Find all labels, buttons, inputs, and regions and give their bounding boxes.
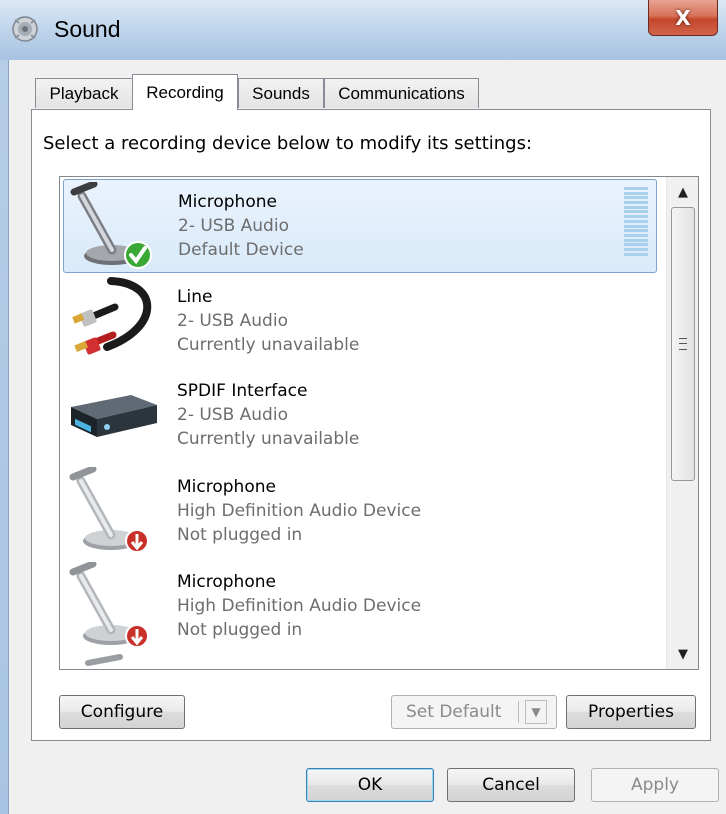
- title-bar[interactable]: Sound X: [0, 0, 726, 60]
- device-item[interactable]: Microphone 2- USB Audio Default Device: [63, 179, 657, 273]
- set-default-label: Set Default: [406, 702, 502, 722]
- device-item[interactable]: Microphone High Definition Audio Device …: [63, 560, 657, 654]
- scrollbar-thumb[interactable]: [671, 207, 695, 481]
- device-item[interactable]: SPDIF Interface 2- USB Audio Currently u…: [63, 369, 657, 463]
- device-driver: 2- USB Audio: [178, 216, 289, 236]
- ok-button[interactable]: OK: [306, 768, 434, 802]
- microphone-default-icon: [70, 182, 152, 269]
- sound-dialog: Sound X Playback Recording Sounds Commun…: [0, 0, 726, 814]
- set-default-split-button[interactable]: Set Default ▼: [391, 695, 557, 729]
- device-name: SPDIF Interface: [177, 381, 308, 401]
- scroll-down-arrow-icon[interactable]: ▼: [669, 639, 697, 669]
- grip-icon: [679, 338, 687, 350]
- spdif-device-icon: [71, 395, 157, 437]
- tab-playback[interactable]: Playback: [35, 78, 133, 108]
- split-divider: [518, 701, 519, 723]
- speaker-icon: [12, 16, 38, 42]
- tab-recording[interactable]: Recording: [132, 74, 238, 110]
- microphone-unplugged-icon: [69, 467, 149, 553]
- device-driver: 2- USB Audio: [177, 311, 288, 331]
- properties-button[interactable]: Properties: [566, 695, 696, 729]
- device-driver: High Definition Audio Device: [177, 596, 422, 616]
- device-status: Default Device: [178, 240, 304, 260]
- vertical-scrollbar[interactable]: ▲ ▼: [666, 177, 698, 669]
- device-item[interactable]: Microphone High Definition Audio Device …: [63, 465, 657, 559]
- device-status: Currently unavailable: [177, 429, 360, 449]
- dropdown-arrow-icon[interactable]: ▼: [525, 700, 547, 724]
- line-in-cable-icon: [72, 277, 152, 355]
- level-meter: [624, 187, 648, 261]
- cancel-button[interactable]: Cancel: [447, 768, 575, 802]
- microphone-unplugged-icon: [69, 562, 149, 648]
- device-list[interactable]: Microphone 2- USB Audio Default Device L…: [59, 176, 699, 670]
- next-device-partial-icon: [85, 654, 123, 666]
- configure-button[interactable]: Configure: [59, 695, 185, 729]
- window-title: Sound: [54, 16, 121, 42]
- tab-communications[interactable]: Communications: [324, 78, 479, 108]
- apply-button[interactable]: Apply: [591, 768, 719, 802]
- tab-sounds[interactable]: Sounds: [238, 78, 324, 108]
- device-driver: 2- USB Audio: [177, 405, 288, 425]
- device-name: Microphone: [178, 192, 277, 212]
- instruction-text: Select a recording device below to modif…: [43, 133, 533, 154]
- close-button[interactable]: X: [648, 0, 718, 36]
- device-status: Not plugged in: [177, 620, 303, 640]
- device-status: Currently unavailable: [177, 335, 360, 355]
- close-icon: X: [675, 5, 691, 30]
- device-driver: High Definition Audio Device: [177, 501, 422, 521]
- dialog-client-area: Playback Recording Sounds Communications…: [8, 60, 726, 814]
- device-name: Microphone: [177, 572, 276, 592]
- device-name: Line: [177, 287, 213, 307]
- device-name: Microphone: [177, 477, 276, 497]
- device-status: Not plugged in: [177, 525, 303, 545]
- scroll-up-arrow-icon[interactable]: ▲: [669, 177, 697, 207]
- device-item[interactable]: Line 2- USB Audio Currently unavailable: [63, 275, 657, 369]
